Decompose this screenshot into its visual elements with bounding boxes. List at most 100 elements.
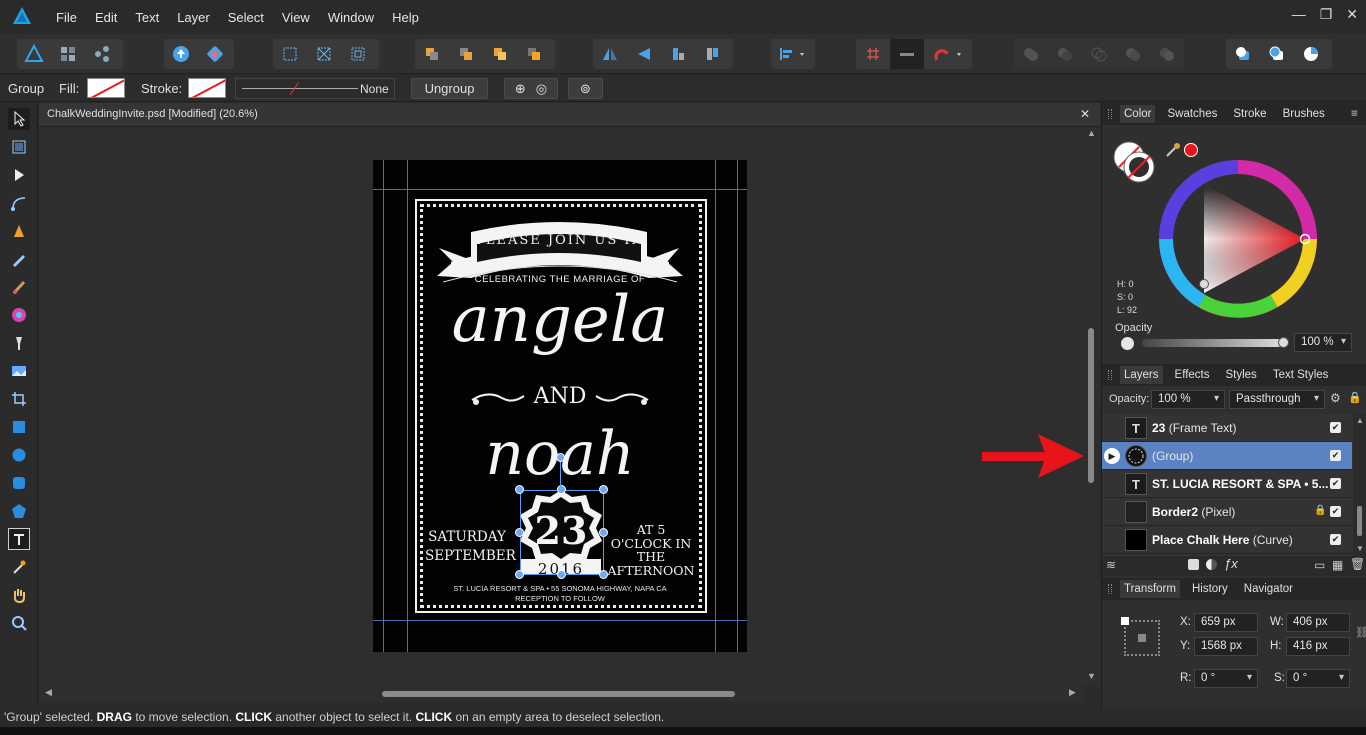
menu-window[interactable]: Window — [319, 10, 383, 25]
view-icon[interactable] — [273, 39, 307, 69]
layer-lock-icon[interactable]: 🔒 — [1348, 391, 1362, 404]
selection-handle[interactable] — [515, 570, 524, 579]
move-tool-icon[interactable] — [8, 108, 30, 130]
minimize-button[interactable]: — — [1292, 6, 1306, 23]
panel-menu-icon[interactable]: ≡ — [1347, 105, 1362, 123]
layers-scroll-thumb[interactable] — [1357, 506, 1362, 536]
rotation-field[interactable]: 0 ° — [1194, 669, 1258, 688]
menu-layer[interactable]: Layer — [168, 10, 219, 25]
layer-row-23[interactable]: T 23 (Frame Text) ✔ — [1102, 414, 1352, 442]
x-field[interactable]: 659 px — [1194, 613, 1258, 632]
corner-tool-icon[interactable] — [8, 192, 30, 214]
selection-handle[interactable] — [515, 528, 524, 537]
add-shape-icon[interactable] — [1014, 39, 1048, 69]
scroll-up-arrow-icon[interactable]: ▲ — [1087, 128, 1096, 138]
anchor-point-selected[interactable] — [1121, 617, 1129, 625]
show-origin-icon[interactable]: ◎ — [536, 81, 547, 97]
insert-top-icon[interactable] — [1260, 39, 1294, 69]
panel-grip-icon[interactable] — [1108, 584, 1112, 594]
flip-vertical-icon[interactable] — [627, 39, 661, 69]
node-tool-icon[interactable] — [8, 164, 30, 186]
align-icon[interactable] — [771, 39, 815, 69]
layers-stack-icon[interactable]: ≋ — [1106, 558, 1116, 572]
tab-navigator[interactable]: Navigator — [1240, 580, 1297, 598]
designer-persona-button[interactable] — [17, 39, 51, 69]
y-field[interactable]: 1568 px — [1194, 637, 1258, 656]
rotation-handle[interactable] — [556, 453, 565, 462]
blend-mode-select[interactable]: Passthrough — [1229, 390, 1325, 409]
layer-visibility-checkbox[interactable]: ✔ — [1330, 534, 1341, 545]
restore-button[interactable]: ❐ — [1320, 6, 1333, 23]
tab-styles[interactable]: Styles — [1221, 366, 1260, 384]
invite-artboard[interactable]: PLEASE JOIN US IN CELEBRATING THE MARRIA… — [373, 160, 747, 652]
fx-icon[interactable]: ƒx — [1224, 556, 1238, 571]
vertical-scrollbar[interactable]: ▲ ▼ — [1083, 128, 1100, 685]
magnet-snapping-icon[interactable] — [924, 39, 972, 69]
expand-group-icon[interactable]: ▶ — [1104, 448, 1120, 464]
scroll-down-arrow-icon[interactable]: ▼ — [1087, 671, 1096, 681]
fill-swatch[interactable] — [87, 78, 125, 98]
export-persona-button[interactable] — [85, 39, 119, 69]
outline-mode-icon[interactable] — [341, 39, 375, 69]
tab-text-styles[interactable]: Text Styles — [1269, 366, 1333, 384]
selection-handle[interactable] — [599, 528, 608, 537]
eyedropper-icon[interactable] — [1164, 141, 1182, 159]
tab-brushes[interactable]: Brushes — [1279, 105, 1329, 123]
anchor-point[interactable] — [1138, 634, 1146, 642]
selection-handle[interactable] — [557, 570, 566, 579]
tab-layers[interactable]: Layers — [1120, 366, 1163, 384]
color-picker-tool-icon[interactable] — [8, 556, 30, 578]
add-layer-icon[interactable]: ▭ — [1314, 558, 1325, 572]
place-image-tool-icon[interactable] — [8, 360, 30, 382]
stroke-width-slider[interactable]: None — [235, 78, 395, 99]
menu-file[interactable]: File — [47, 10, 86, 25]
menu-view[interactable]: View — [273, 10, 319, 25]
selection-handle[interactable] — [599, 485, 608, 494]
current-color-swatch[interactable] — [1184, 143, 1198, 157]
menu-text[interactable]: Text — [126, 10, 168, 25]
layers-scroll-up-icon[interactable]: ▲ — [1356, 416, 1364, 425]
move-back-one-icon[interactable] — [449, 39, 483, 69]
layer-locked-icon[interactable]: 🔒 — [1314, 505, 1326, 516]
subtract-shape-icon[interactable] — [1048, 39, 1082, 69]
ellipse-tool-icon[interactable] — [8, 444, 30, 466]
vertical-scroll-thumb[interactable] — [1088, 328, 1094, 483]
insert-behind-icon[interactable] — [1226, 39, 1260, 69]
tab-history[interactable]: History — [1188, 580, 1232, 598]
snapping-icon[interactable] — [198, 39, 232, 69]
scroll-left-arrow-icon[interactable]: ◀ — [45, 687, 52, 698]
tab-color[interactable]: Color — [1120, 105, 1156, 123]
text-tool-icon[interactable] — [8, 528, 30, 550]
close-window-button[interactable]: ✕ — [1346, 6, 1358, 23]
layer-visibility-checkbox[interactable]: ✔ — [1330, 450, 1341, 461]
selection-bounding-box[interactable] — [520, 490, 604, 575]
rectangle-tool-icon[interactable] — [8, 416, 30, 438]
canvas-area[interactable]: PLEASE JOIN US IN CELEBRATING THE MARRIA… — [39, 128, 1083, 685]
artboard-tool-icon[interactable] — [8, 136, 30, 158]
selection-handle[interactable] — [599, 570, 608, 579]
rotate-left-icon[interactable] — [661, 39, 695, 69]
move-to-back-icon[interactable] — [415, 39, 449, 69]
selection-handle[interactable] — [557, 485, 566, 494]
xor-shape-icon[interactable] — [1116, 39, 1150, 69]
layer-settings-gear-icon[interactable]: ⚙ — [1330, 391, 1341, 405]
intersect-shape-icon[interactable] — [1082, 39, 1116, 69]
layers-scroll-down-icon[interactable]: ▼ — [1356, 544, 1364, 553]
layer-visibility-checkbox[interactable]: ✔ — [1330, 478, 1341, 489]
opacity-field[interactable]: 100 % — [1294, 333, 1352, 352]
share-icon[interactable] — [164, 39, 198, 69]
add-pixel-layer-icon[interactable]: ▦ — [1332, 558, 1343, 572]
layers-scrollbar[interactable]: ▲ ▼ — [1353, 414, 1366, 556]
polygon-tool-icon[interactable] — [8, 500, 30, 522]
pencil-tool-icon[interactable] — [8, 248, 30, 270]
mask-layer-icon[interactable] — [1188, 559, 1199, 570]
fill-tool-icon[interactable] — [8, 304, 30, 326]
divide-shape-icon[interactable] — [1150, 39, 1184, 69]
stroke-swatch[interactable] — [188, 78, 226, 98]
w-field[interactable]: 406 px — [1286, 613, 1350, 632]
link-proportions-icon[interactable]: ⛓ — [1355, 626, 1366, 639]
rounded-rectangle-tool-icon[interactable] — [8, 472, 30, 494]
horizontal-scroll-thumb[interactable] — [382, 691, 735, 697]
opacity-slider[interactable] — [1142, 339, 1282, 347]
grid-icon[interactable] — [856, 39, 890, 69]
